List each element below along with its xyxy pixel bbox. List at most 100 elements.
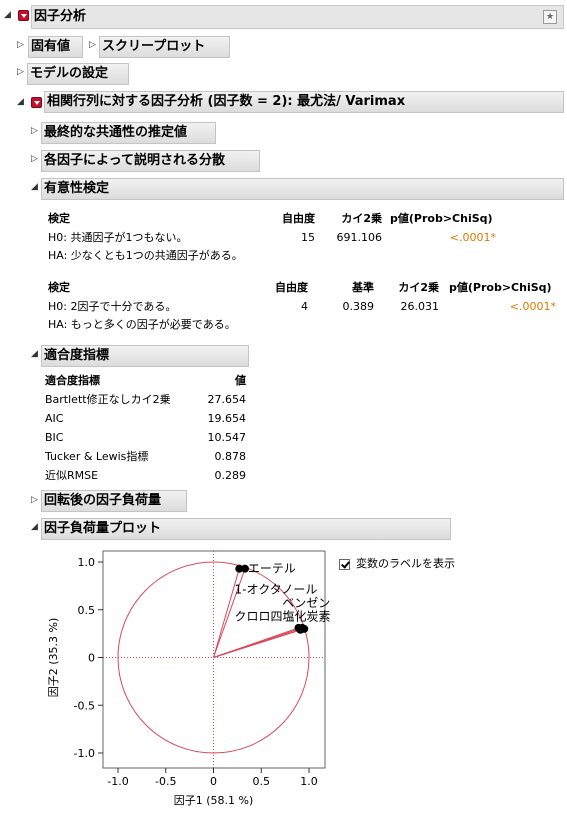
red-menu-icon[interactable]: [31, 97, 42, 108]
loading-point: [300, 624, 309, 633]
expand-triangle-icon[interactable]: ▷: [31, 155, 38, 164]
plot-frame: [102, 550, 326, 769]
y-tick-label: -0.5: [74, 699, 95, 712]
test2-p: <.0001*: [509, 300, 556, 313]
loading-plot-label: 因子負荷量プロット: [44, 521, 162, 536]
test2-header-df: 自由度: [275, 281, 308, 294]
analysis-header[interactable]: 相関行列に対する因子分析 (因子数 = 2): 最尤法/ Varimax: [44, 91, 564, 113]
loading-vector: [213, 627, 299, 658]
fit-header-value: 値: [235, 374, 246, 387]
collapse-triangle-icon[interactable]: ◢: [31, 350, 38, 359]
fit-row-name: Tucker & Lewis指標: [45, 450, 149, 463]
eigenvalues-label: 固有値: [31, 39, 71, 54]
loading-plot-header[interactable]: 因子負荷量プロット: [41, 518, 451, 540]
test1-p: <.0001*: [449, 231, 496, 244]
test1-h0: H0: 共通因子が1つもない。: [48, 231, 188, 244]
point-label: エーテル: [248, 562, 296, 576]
y-tick-label: 0.5: [78, 604, 96, 617]
x-axis-label: 因子1 (58.1 %): [174, 794, 254, 807]
loading-point: [235, 564, 244, 573]
report-title[interactable]: 因子分析: [31, 5, 564, 29]
collapse-triangle-icon[interactable]: ◢: [4, 11, 11, 20]
fit-row-name: AIC: [45, 412, 64, 425]
collapse-triangle-icon[interactable]: ◢: [17, 98, 24, 107]
x-tick-label: 0.5: [253, 775, 271, 788]
loading-point: [294, 623, 303, 632]
variance-explained-label: 各因子によって説明される分散: [44, 153, 225, 168]
test1-chisq: 691.106: [336, 231, 383, 244]
loading-point: [298, 623, 307, 632]
variance-explained-header[interactable]: 各因子によって説明される分散: [41, 150, 260, 172]
red-menu-icon[interactable]: [18, 10, 29, 21]
fit-row-value: 27.654: [207, 393, 247, 406]
fit-row-name: Bartlett修正なしカイ2乗: [45, 393, 171, 406]
expand-triangle-icon[interactable]: ▷: [31, 127, 38, 136]
test1-df: 15: [301, 231, 315, 244]
test1-header-p: p値(Prob>ChiSq): [390, 212, 493, 225]
fit-header[interactable]: 適合度指標: [41, 345, 249, 367]
star-icon[interactable]: ★: [543, 10, 557, 24]
loading-point: [296, 625, 305, 634]
test2-df: 4: [301, 300, 308, 313]
expand-triangle-icon[interactable]: ▷: [31, 496, 38, 505]
model-settings-header[interactable]: モデルの設定: [27, 63, 129, 85]
test1-ha: HA: 少なくとも1つの共通因子がある。: [48, 249, 243, 262]
point-label: ベンゼン: [282, 596, 330, 610]
fit-row-value: 0.289: [214, 469, 247, 482]
analysis-title: 相関行列に対する因子分析 (因子数 = 2): 最尤法/ Varimax: [47, 94, 406, 109]
loading-point: [241, 564, 250, 573]
test2-h0: H0: 2因子で十分である。: [48, 300, 177, 313]
report-title-text: 因子分析: [34, 9, 87, 24]
fit-row-value: 0.878: [214, 450, 247, 463]
fit-label: 適合度指標: [44, 348, 110, 363]
test2-header-criterion: 基準: [352, 281, 374, 294]
fit-row-name: BIC: [45, 431, 64, 444]
test2-header-test: 検定: [48, 281, 70, 294]
expand-triangle-icon[interactable]: ▷: [17, 68, 24, 77]
test1-header-chisq: カイ2乗: [341, 212, 382, 225]
y-tick-label: 1.0: [78, 556, 96, 569]
x-tick-label: 0: [210, 775, 217, 788]
significance-label: 有意性検定: [44, 181, 110, 196]
x-tick-label: 1.0: [300, 775, 318, 788]
communality-header[interactable]: 最終的な共通性の推定値: [41, 122, 216, 144]
x-tick-label: -1.0: [107, 775, 128, 788]
scree-plot-label: スクリープロット: [102, 39, 206, 54]
point-label: クロロ四塩化炭素: [235, 608, 331, 623]
x-tick-label: -0.5: [155, 775, 176, 788]
show-labels-label[interactable]: 変数のラベルを表示: [356, 557, 455, 571]
test1-header-test: 検定: [48, 212, 70, 225]
y-tick-label: -1.0: [74, 747, 95, 760]
expand-triangle-icon[interactable]: ▷: [17, 41, 24, 50]
loading-vector: [213, 568, 246, 658]
eigenvalues-header[interactable]: 固有値: [28, 36, 83, 58]
loading-vector: [213, 627, 303, 658]
y-axis-label: 因子2 (35.3 %): [47, 618, 60, 698]
test2-chisq: 26.031: [400, 300, 440, 313]
fit-row-value: 10.547: [207, 431, 247, 444]
loading-vector: [213, 628, 305, 658]
test1-header-df: 自由度: [282, 212, 315, 225]
rotated-loadings-header[interactable]: 回転後の因子負荷量: [41, 490, 187, 512]
show-labels-checkbox[interactable]: [339, 559, 350, 570]
y-tick-label: 0: [88, 652, 95, 665]
unit-circle: [117, 561, 310, 754]
loading-vector: [213, 568, 240, 658]
loading-vector: [213, 629, 301, 658]
expand-triangle-icon[interactable]: ▷: [89, 41, 96, 50]
collapse-triangle-icon[interactable]: ◢: [31, 183, 38, 192]
fit-row-value: 19.654: [207, 412, 247, 425]
test2-header-p: p値(Prob>ChiSq): [449, 281, 552, 294]
point-label: 1-オクタノール: [235, 583, 318, 597]
significance-header[interactable]: 有意性検定: [41, 178, 564, 200]
rotated-loadings-label: 回転後の因子負荷量: [44, 493, 162, 508]
communality-label: 最終的な共通性の推定値: [44, 125, 188, 140]
fit-header-name: 適合度指標: [45, 374, 100, 387]
scree-plot-header[interactable]: スクリープロット: [99, 36, 230, 58]
model-settings-label: モデルの設定: [30, 66, 109, 81]
test2-criterion: 0.389: [342, 300, 375, 313]
fit-row-name: 近似RMSE: [45, 469, 99, 482]
test2-header-chisq: カイ2乗: [398, 281, 439, 294]
test2-ha: HA: もっと多くの因子が必要である。: [48, 318, 236, 331]
collapse-triangle-icon[interactable]: ◢: [31, 523, 38, 532]
